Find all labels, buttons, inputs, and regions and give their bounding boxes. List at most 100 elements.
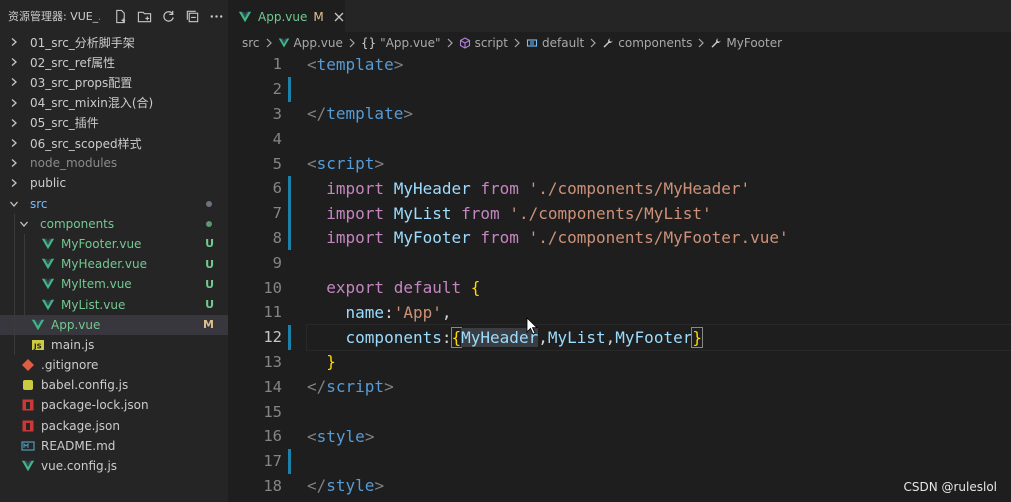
tree-item-label: 05_src_插件 [30,116,99,131]
chevron-right-icon[interactable] [8,36,20,48]
code-editor[interactable]: 1 < template >2 3 </template >4 5 < script >6 impo… [228,52,1011,498]
code-line[interactable]: 13 } [228,350,1011,375]
line-number: 1 [272,55,282,74]
tree-item[interactable]: MyItem.vue U [0,274,228,295]
refresh-icon[interactable] [156,5,180,27]
tree-item[interactable]: components [0,213,228,234]
code-token: script [326,377,385,397]
tree-item-label: README.md [41,438,116,453]
indent-guide [14,334,15,355]
tree-item[interactable]: 05_src_插件 [0,113,228,133]
code-token: from [480,178,519,198]
tree-item[interactable]: MyFooter.vue U [0,233,228,255]
chevron-right-icon[interactable] [8,177,20,189]
collapse-all-icon[interactable] [180,5,204,27]
tree-item[interactable]: 02_src_ref属性 [0,52,228,72]
new-file-icon[interactable] [108,5,132,27]
code-line[interactable]: 1 < template > [228,52,1011,77]
code-token: default [393,278,462,298]
mouse-pointer-icon [526,317,538,335]
git-change-marker [288,200,291,226]
tree-item-label: 03_src_props配置 [30,75,133,90]
code-line[interactable]: 8 import MyFooter from './components/MyF… [228,225,1011,251]
code-line[interactable]: 15 [228,399,1011,424]
code-token: < [307,154,317,174]
code-token: style [316,426,365,446]
vue-file-icon [40,277,56,291]
chevron-right-icon[interactable] [8,117,20,129]
breadcrumb-src[interactable]: src [242,36,260,50]
code-line[interactable]: 17 [228,448,1011,474]
code-line[interactable]: 2 [228,76,1011,102]
vue-file-icon [40,298,56,312]
new-folder-icon[interactable] [132,5,156,27]
chevron-right-icon[interactable] [8,56,20,68]
code-token: MyFooter [393,228,471,248]
code-line[interactable]: 18 </style > [228,474,1011,499]
tree-item-label: babel.config.js [41,378,129,393]
chevron-down-icon[interactable] [18,218,30,230]
breadcrumb-default[interactable]: default [526,36,584,50]
tree-item[interactable]: package-lock.json [0,395,228,415]
breadcrumb-components[interactable]: components [602,36,692,50]
code-line[interactable]: 3 </template > [228,102,1011,127]
tree-item[interactable]: 03_src_props配置 [0,72,228,92]
code-token: : [384,302,394,322]
code-token: script [316,154,375,174]
indent-guide [14,294,15,315]
chevron-down-icon[interactable] [8,198,20,210]
code-line[interactable]: 5 < script > [228,151,1011,176]
tree-item-label: 06_src_scoped样式 [30,136,142,151]
close-icon[interactable] [334,9,345,25]
breadcrumb-myfooter[interactable]: MyFooter [710,36,782,50]
chevron-right-icon[interactable] [8,137,20,149]
vue-file-icon [40,257,56,271]
tree-item[interactable]: vue.config.js [0,456,228,476]
indent-guide [14,213,15,234]
code-text: export default { [307,275,1011,300]
code-line[interactable]: 7 import MyList from './components/MyLis… [228,200,1011,226]
tree-item[interactable]: src [0,194,228,214]
tree-item[interactable]: public [0,173,228,193]
breadcrumb-script[interactable]: script [459,36,508,50]
code-text: < script > [307,151,1011,176]
tree-item[interactable]: node_modules [0,153,228,173]
tree-item[interactable]: MyHeader.vue U [0,254,228,275]
code-token: import [326,228,385,248]
code-line[interactable]: 11 name: 'App', [228,300,1011,325]
code-line[interactable]: 12 components:{MyHeader, MyList, MyFooter} [228,323,1011,351]
chevron-right-icon[interactable] [8,97,20,109]
chevron-right-icon[interactable] [8,157,20,169]
breadcrumb-file[interactable]: App.vue [278,36,343,50]
code-line[interactable]: 14 </script > [228,374,1011,399]
tree-item[interactable]: MyList.vue U [0,294,228,315]
code-text: } [307,350,1011,375]
code-line[interactable]: 6 import MyHeader from './components/MyH… [228,175,1011,201]
code-line[interactable]: 4 [228,126,1011,151]
tree-item[interactable]: App.vue M [0,314,228,335]
tree-item[interactable]: 01_src_分析脚手架 [0,32,228,52]
tree-item[interactable]: 06_src_scoped样式 [0,133,228,153]
tab-app-vue[interactable]: App.vue M [228,0,345,32]
tree-item[interactable]: .gitignore [0,355,228,375]
tree-item[interactable]: babel.config.js [0,375,228,395]
code-line[interactable]: 9 [228,250,1011,275]
breadcrumb-module[interactable]: {} "App.vue" [361,36,441,50]
code-token: > [374,476,385,496]
more-icon[interactable] [204,5,228,27]
code-line[interactable]: 16 < style > [228,424,1011,449]
tree-item[interactable]: README.md [0,436,228,456]
code-token: template [316,54,394,74]
code-line[interactable]: 10 export default { [228,275,1011,300]
tree-item[interactable]: package.json [0,416,228,436]
tree-item[interactable]: 04_src_mixin混入(合) [0,93,228,113]
chevron-right-icon[interactable] [8,76,20,88]
tree-item[interactable]: JS main.js [0,334,228,355]
line-number: 11 [263,303,282,322]
